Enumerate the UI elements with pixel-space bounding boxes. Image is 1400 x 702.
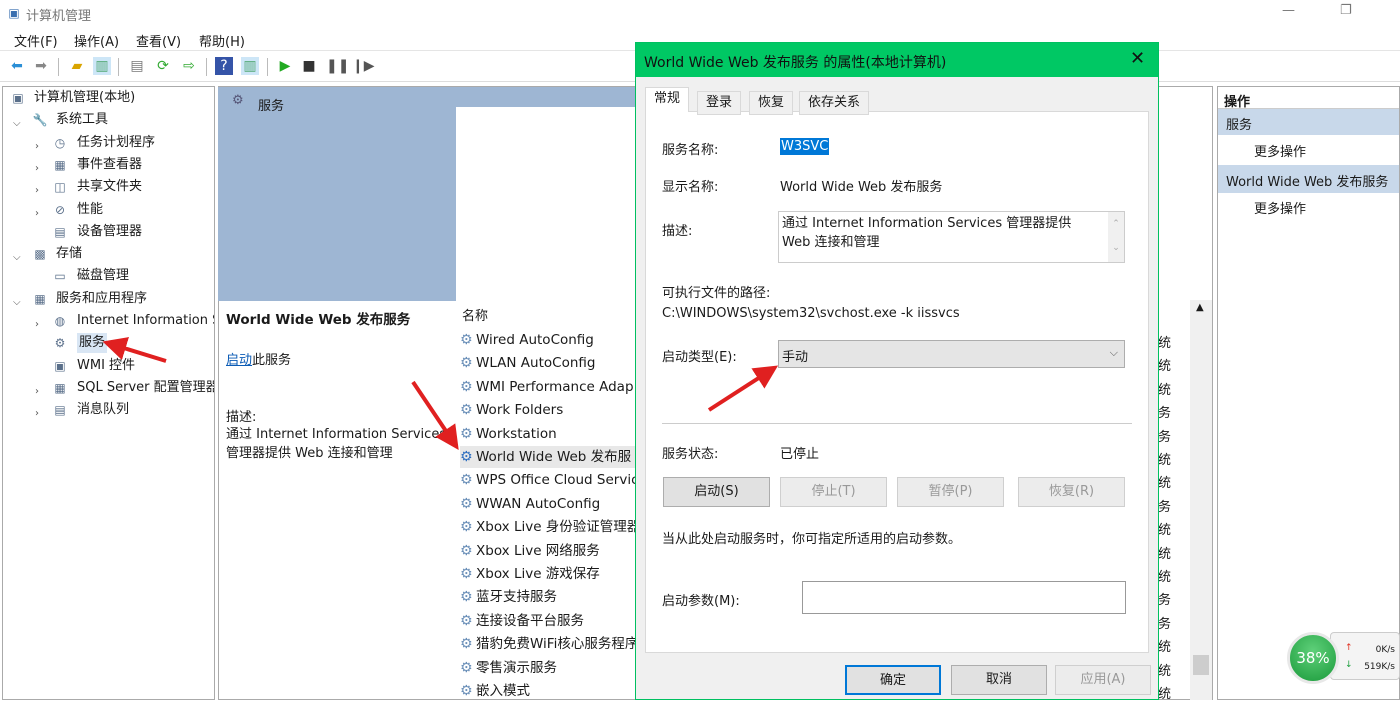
annotation-arrows bbox=[102, 337, 779, 450]
download-speed: 519K/s bbox=[1364, 662, 1395, 672]
arrow-to-w3svc bbox=[411, 380, 459, 450]
arrow-to-startup-type bbox=[707, 365, 779, 412]
tab-0[interactable]: 常规 bbox=[645, 87, 690, 112]
network-speed-widget: ↑ 0K/s ↓ 519K/s bbox=[1330, 632, 1400, 680]
upload-speed: 0K/s bbox=[1375, 645, 1395, 655]
memory-usage-ball[interactable]: 38% bbox=[1287, 632, 1339, 684]
arrow-to-services bbox=[102, 337, 167, 363]
